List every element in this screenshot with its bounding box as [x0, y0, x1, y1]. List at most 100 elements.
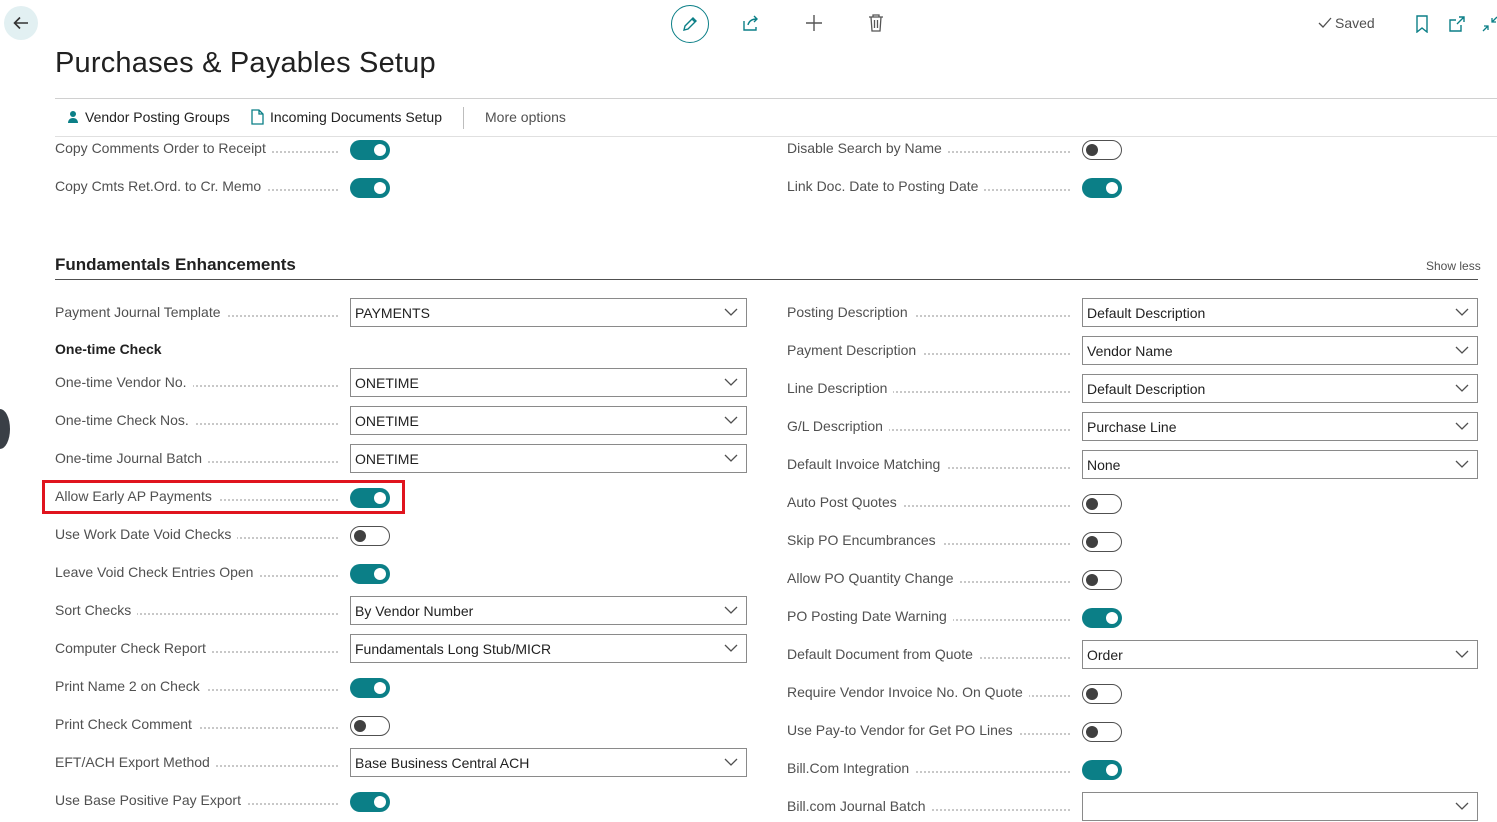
toggle-switch[interactable] [350, 178, 390, 198]
field-po-posting-date-warning: PO Posting Date Warning [787, 602, 1478, 632]
toggle-switch[interactable] [1082, 684, 1122, 704]
dropdown-value: ONETIME [355, 451, 419, 467]
share-button[interactable] [740, 12, 762, 34]
dropdown-value: Order [1087, 647, 1123, 663]
toggle-switch[interactable] [1082, 178, 1122, 198]
dropdown-select[interactable]: Order [1082, 640, 1478, 669]
toggle-switch[interactable] [350, 140, 390, 160]
toggle-switch[interactable] [1082, 532, 1122, 552]
dropdown-value: ONETIME [355, 413, 419, 429]
leader-dots [115, 613, 338, 615]
field-label: Bill.Com Integration [787, 760, 916, 776]
toggle-switch[interactable] [1082, 494, 1122, 514]
toggle-switch[interactable] [350, 564, 390, 584]
dropdown-select[interactable]: Base Business Central ACH [350, 748, 747, 777]
edit-button[interactable] [671, 5, 709, 43]
chevron-down-icon [1455, 422, 1469, 430]
share-icon [743, 15, 758, 31]
chevron-down-icon [724, 758, 738, 766]
dropdown-select[interactable]: Default Description [1082, 374, 1478, 403]
incoming-documents-setup-action[interactable]: Incoming Documents Setup [251, 109, 442, 125]
action-bar: Vendor Posting Groups Incoming Documents… [55, 99, 1497, 137]
more-options-action[interactable]: More options [485, 109, 566, 125]
delete-button[interactable] [865, 12, 887, 34]
field-label: Print Check Comment [55, 716, 198, 732]
field-eft-ach-export-method: EFT/ACH Export Method Base Business Centr… [55, 748, 747, 778]
dropdown-select[interactable]: PAYMENTS [350, 298, 747, 327]
toggle-switch[interactable] [1082, 140, 1122, 160]
dropdown-select[interactable]: ONETIME [350, 406, 747, 435]
collapse-arrows-icon [1482, 16, 1497, 32]
toggle-knob [1106, 182, 1118, 194]
saved-label: Saved [1335, 15, 1375, 31]
toggle-switch[interactable] [350, 792, 390, 812]
field-one-time-journal-batch: One-time Journal Batch ONETIME [55, 444, 747, 474]
field-label: Allow Early AP Payments [55, 488, 218, 504]
field-link-doc-date-to-posting-date: Link Doc. Date to Posting Date [787, 172, 1478, 202]
toggle-switch[interactable] [350, 716, 390, 736]
new-button[interactable] [803, 12, 825, 34]
field-label: Payment Journal Template [55, 304, 227, 320]
dropdown-select[interactable]: ONETIME [350, 368, 747, 397]
toggle-switch[interactable] [350, 678, 390, 698]
field-one-time-check-nos: One-time Check Nos. ONETIME [55, 406, 747, 436]
dropdown-select[interactable]: By Vendor Number [350, 596, 747, 625]
toggle-knob [1086, 687, 1098, 700]
field-label: Skip PO Encumbrances [787, 532, 942, 548]
one-time-check-subheading: One-time Check [55, 341, 162, 357]
chevron-down-icon [724, 454, 738, 462]
top-command-bar: Saved [0, 0, 1497, 48]
field-label: PO Posting Date Warning [787, 608, 953, 624]
toggle-switch[interactable] [1082, 570, 1122, 590]
action-separator [463, 107, 464, 129]
toggle-switch[interactable] [1082, 760, 1122, 780]
field-leave-void-check-entries-open: Leave Void Check Entries Open [55, 558, 747, 588]
field-label: Use Work Date Void Checks [55, 526, 238, 542]
field-label: Use Pay-to Vendor for Get PO Lines [787, 722, 1019, 738]
section-title: Fundamentals Enhancements [55, 255, 296, 274]
dropdown-select[interactable]: Purchase Line [1082, 412, 1478, 441]
toggle-switch[interactable] [1082, 722, 1122, 742]
field-label: Default Invoice Matching [787, 456, 947, 472]
side-panel-handle[interactable] [0, 409, 10, 449]
open-new-window-button[interactable] [1446, 13, 1468, 35]
dropdown-select[interactable]: None [1082, 450, 1478, 479]
chevron-down-icon [1455, 802, 1469, 810]
field-bill-com-journal-batch: Bill.com Journal Batch [787, 792, 1478, 822]
vendor-posting-groups-action[interactable]: Vendor Posting Groups [67, 109, 230, 125]
field-label: Line Description [787, 380, 894, 396]
collapse-button[interactable] [1480, 13, 1497, 35]
toggle-knob [1106, 764, 1118, 776]
dropdown-select[interactable]: Vendor Name [1082, 336, 1478, 365]
chevron-down-icon [724, 606, 738, 614]
field-label: Print Name 2 on Check [55, 678, 206, 694]
toggle-knob [354, 529, 366, 542]
chevron-down-icon [1455, 460, 1469, 468]
field-allow-po-quantity-change: Allow PO Quantity Change [787, 564, 1478, 594]
field-copy-cmts-ret-ord-to-cr-memo: Copy Cmts Ret.Ord. to Cr. Memo [55, 172, 747, 202]
field-print-check-comment: Print Check Comment [55, 710, 747, 740]
field-posting-description: Posting Description Default Description [787, 298, 1478, 328]
field-label: Sort Checks [55, 602, 138, 618]
toggle-knob [1086, 143, 1098, 156]
dropdown-select[interactable]: ONETIME [350, 444, 747, 473]
field-g-l-description: G/L Description Purchase Line [787, 412, 1478, 442]
back-button[interactable] [4, 6, 38, 40]
chevron-down-icon [1455, 346, 1469, 354]
chevron-down-icon [1455, 308, 1469, 316]
field-label: Require Vendor Invoice No. On Quote [787, 684, 1029, 700]
field-label: G/L Description [787, 418, 889, 434]
bookmark-button[interactable] [1412, 13, 1432, 35]
show-less-link[interactable]: Show less [1426, 259, 1481, 273]
toggle-switch[interactable] [1082, 608, 1122, 628]
incoming-documents-setup-label: Incoming Documents Setup [270, 109, 442, 125]
field-payment-journal-template: Payment Journal Template PAYMENTS [55, 298, 747, 328]
dropdown-select[interactable] [1082, 792, 1478, 821]
dropdown-select[interactable]: Default Description [1082, 298, 1478, 327]
toggle-knob [1106, 612, 1118, 624]
dropdown-select[interactable]: Fundamentals Long Stub/MICR [350, 634, 747, 663]
field-label: EFT/ACH Export Method [55, 754, 216, 770]
toggle-knob [374, 144, 386, 156]
toggle-switch[interactable] [350, 526, 390, 546]
dropdown-value: PAYMENTS [355, 305, 430, 321]
